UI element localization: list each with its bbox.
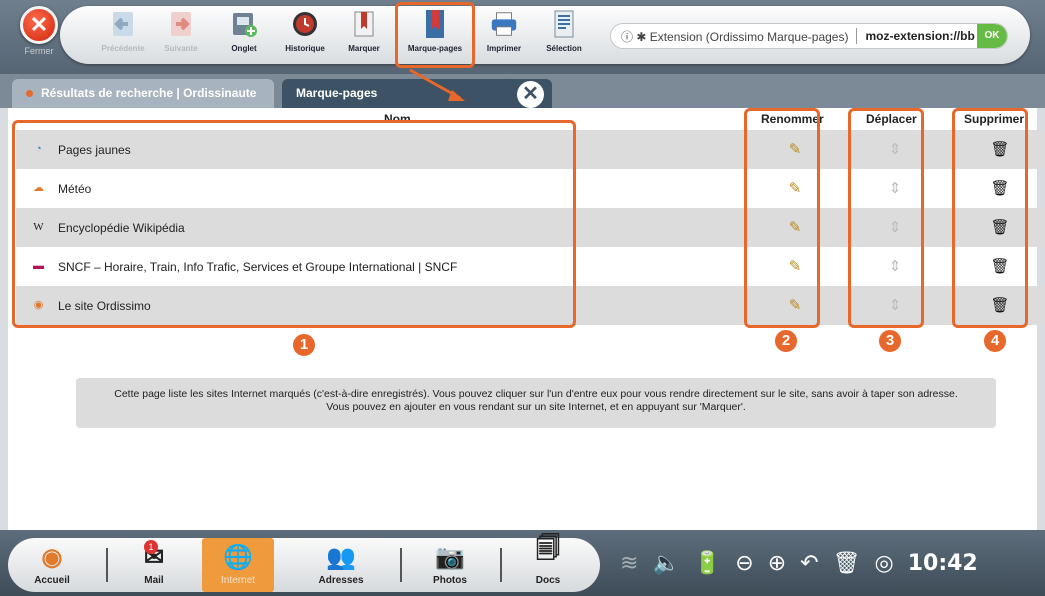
tab-label: Onglet bbox=[231, 44, 257, 53]
callout-badge-3: 3 bbox=[877, 328, 903, 354]
close-tab-icon[interactable]: ✕ bbox=[517, 81, 544, 108]
callout-arrow bbox=[409, 68, 465, 101]
site-info[interactable]: ⓘ ✱ Extension (Ordissimo Marque-pages) bbox=[621, 28, 848, 45]
bookmarks-highlight-box bbox=[395, 2, 475, 68]
undo-icon[interactable]: ↶ bbox=[800, 550, 818, 576]
taskbar-contacts[interactable]: 👥 Adresses bbox=[306, 538, 376, 592]
system-tray: ≋ 🔈 🔋 ⊖ ⊕ ↶ 🗑 ◎ 10:42 bbox=[620, 530, 1040, 596]
rename-highlight-box bbox=[744, 108, 820, 328]
taskbar-label: Internet bbox=[221, 575, 255, 586]
taskbar-separator bbox=[106, 548, 108, 582]
callout-badge-4: 4 bbox=[982, 328, 1008, 354]
taskbar-internet[interactable]: 🌐 Internet bbox=[202, 538, 274, 592]
selection-label: Sélection bbox=[546, 44, 582, 53]
camera-icon: 📷 bbox=[435, 544, 465, 571]
ok-button[interactable]: OK bbox=[977, 24, 1007, 48]
print-button[interactable]: Imprimer bbox=[480, 8, 528, 62]
taskbar-docs[interactable]: 🗐 Docs bbox=[518, 535, 578, 592]
forward-label: Suivante bbox=[164, 44, 198, 53]
zoom-in-icon[interactable]: ⊕ bbox=[768, 550, 786, 576]
taskbar-home[interactable]: ◉ Accueil bbox=[22, 538, 82, 592]
taskbar-label: Mail bbox=[144, 575, 164, 586]
urlbar-separator bbox=[856, 28, 858, 44]
trash-icon[interactable]: 🗑 bbox=[833, 550, 861, 576]
taskbar-label: Docs bbox=[535, 575, 561, 586]
forward-button[interactable]: Suivante bbox=[156, 8, 206, 62]
home-icon: ◉ bbox=[41, 544, 63, 571]
callout-badge-2: 2 bbox=[773, 328, 799, 354]
taskbar-separator bbox=[500, 548, 502, 582]
mail-unread-badge: 1 bbox=[144, 540, 158, 554]
taskbar-label: Accueil bbox=[34, 575, 70, 586]
taskbar-pill: ◉ Accueil ✉ Mail 1 🌐 Internet 👥 Adresses… bbox=[8, 535, 600, 592]
close-label: Fermer bbox=[24, 46, 54, 56]
selection-button[interactable]: Sélection bbox=[540, 8, 588, 62]
taskbar: ◉ Accueil ✉ Mail 1 🌐 Internet 👥 Adresses… bbox=[0, 530, 1045, 596]
mark-label: Marquer bbox=[348, 44, 380, 53]
contacts-icon: 👥 bbox=[326, 544, 356, 571]
selection-icon bbox=[549, 8, 579, 40]
tab-dot-icon bbox=[26, 90, 33, 98]
back-arrow-icon bbox=[108, 8, 138, 40]
taskbar-photos[interactable]: 📷 Photos bbox=[420, 538, 480, 592]
battery-charging-icon[interactable]: 🔋 bbox=[694, 550, 721, 576]
help-text: Cette page liste les sites Internet marq… bbox=[76, 378, 996, 428]
zoom-out-icon[interactable]: ⊖ bbox=[735, 550, 753, 576]
new-tab-button[interactable]: Onglet bbox=[224, 8, 264, 62]
tab-search-results[interactable]: Résultats de recherche | Ordissinaute bbox=[12, 79, 274, 108]
volume-icon[interactable]: 🔈 bbox=[652, 550, 679, 576]
names-highlight-box bbox=[12, 120, 576, 328]
url-bar[interactable]: ⓘ ✱ Extension (Ordissimo Marque-pages) m… bbox=[610, 23, 1008, 49]
tab-label: Marque-pages bbox=[296, 86, 378, 100]
help-icon[interactable]: ◎ bbox=[875, 550, 894, 576]
globe-icon: 🌐 bbox=[223, 544, 253, 571]
close-icon: ✕ bbox=[20, 6, 58, 44]
callout-badge-1: 1 bbox=[291, 332, 317, 358]
taskbar-label: Photos bbox=[433, 575, 467, 586]
print-label: Imprimer bbox=[486, 44, 522, 53]
url-text[interactable]: moz-extension://bb bbox=[865, 29, 977, 43]
tab-label: Résultats de recherche | Ordissinaute bbox=[41, 86, 257, 100]
forward-arrow-icon bbox=[166, 8, 196, 40]
taskbar-separator bbox=[400, 548, 402, 582]
browser-toolbar: ✕ Fermer Précédente Suivante Onglet Hist… bbox=[0, 0, 1045, 74]
close-button[interactable]: ✕ Fermer bbox=[12, 6, 66, 64]
history-button[interactable]: Historique bbox=[278, 8, 332, 62]
mark-bookmark-icon bbox=[349, 8, 379, 40]
delete-highlight-box bbox=[952, 108, 1028, 328]
mark-button[interactable]: Marquer bbox=[342, 8, 386, 62]
move-highlight-box bbox=[848, 108, 924, 328]
history-label: Historique bbox=[285, 44, 325, 53]
back-label: Précédente bbox=[101, 44, 145, 53]
new-tab-icon bbox=[229, 8, 259, 40]
back-button[interactable]: Précédente bbox=[96, 8, 150, 62]
history-icon bbox=[290, 8, 320, 40]
documents-icon: 🗐 bbox=[536, 535, 560, 562]
clock: 10:42 bbox=[907, 550, 978, 576]
printer-icon bbox=[489, 8, 519, 40]
taskbar-label: Adresses bbox=[318, 575, 364, 586]
wifi-icon[interactable]: ≋ bbox=[620, 550, 638, 576]
bookmarks-page: Nom Renommer Déplacer Supprimer ◔ Pages … bbox=[0, 108, 1045, 530]
